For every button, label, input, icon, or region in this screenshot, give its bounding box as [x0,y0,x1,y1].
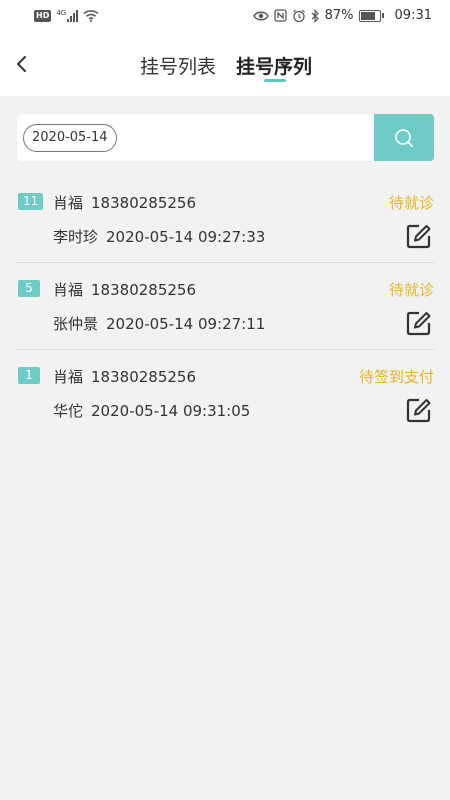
registration-status: 待就诊 [388,281,434,299]
tab-registration-sequence[interactable]: 挂号序列 [236,54,312,80]
back-arrow-icon[interactable] [10,50,36,80]
eye-icon [252,11,269,20]
edit-icon[interactable] [405,396,433,424]
clock: 09:31 [394,8,432,23]
battery-percent: 87% [324,8,354,23]
nfc-icon [273,9,287,22]
active-tab-indicator [264,79,286,82]
edit-icon[interactable] [405,309,433,337]
patient-phone: 18380285256 [91,194,196,212]
doctor-name: 张仲景 [53,315,99,333]
doctor-info: 李时珍 2020-05-14 09:27:33 [53,226,265,248]
alarm-icon [292,9,305,22]
sequence-number-badge: 5 [18,280,40,297]
registration-status: 待签到支付 [358,368,434,386]
hd-badge: HD [34,9,52,22]
doctor-info: 华佗 2020-05-14 09:31:05 [53,400,250,422]
header: 挂号列表 挂号序列 [0,34,450,96]
signal-icon: 4G [56,8,79,22]
search-bar: 2020-05-14 [17,114,434,161]
patient-name: 肖福 [53,194,84,212]
patient-phone: 18380285256 [91,368,196,386]
registration-row: 1 肖福 18380285256 待签到支付 华佗 2020-05-14 09:31… [0,350,450,437]
battery-icon [358,9,384,22]
tab-registration-list[interactable]: 挂号列表 [140,54,216,80]
sequence-number-badge: 1 [18,367,40,384]
bluetooth-icon [311,8,319,23]
registration-row: 5 肖福 18380285256 待就诊 张仲景 2020-05-14 09:27:… [0,263,450,350]
registration-time: 2020-05-14 09:31:05 [91,402,251,420]
search-icon [395,128,413,147]
patient-name: 肖福 [53,281,84,299]
status-bar-right: 87% 09:31 [252,8,432,23]
network-type-label: 4G [56,8,67,17]
status-bar-left: HD 4G [34,9,99,22]
registration-row: 11 肖福 18380285256 待就诊 李时珍 2020-05-14 09:27… [0,176,450,263]
date-filter-chip[interactable]: 2020-05-14 [23,124,117,152]
edit-icon[interactable] [405,222,433,250]
patient-phone: 18380285256 [91,281,196,299]
registration-status: 待就诊 [388,194,434,212]
search-button[interactable] [374,114,434,161]
patient-info: 肖福 18380285256 [53,192,196,214]
status-bar: HD 4G 87% 09:31 [0,0,450,34]
doctor-info: 张仲景 2020-05-14 09:27:11 [53,313,265,335]
doctor-name: 华佗 [53,402,84,420]
registration-time: 2020-05-14 09:27:33 [106,228,266,246]
doctor-name: 李时珍 [53,228,99,246]
wifi-icon [83,10,99,22]
patient-info: 肖福 18380285256 [53,366,196,388]
patient-info: 肖福 18380285256 [53,279,196,301]
sequence-number-badge: 11 [18,193,44,210]
registration-list: 11 肖福 18380285256 待就诊 李时珍 2020-05-14 09:27… [0,176,450,437]
registration-time: 2020-05-14 09:27:11 [106,315,266,333]
patient-name: 肖福 [53,368,84,386]
